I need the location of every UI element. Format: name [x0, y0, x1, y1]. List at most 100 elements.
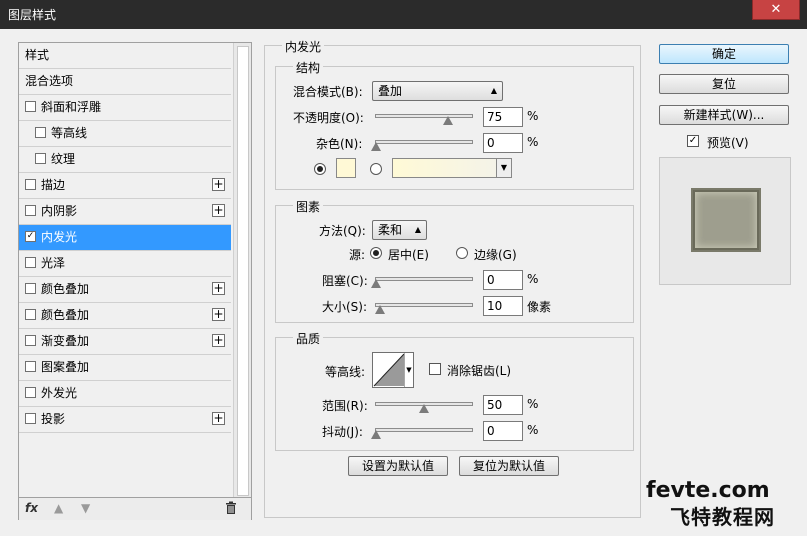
style-list-item[interactable]: 颜色叠加 +	[19, 303, 231, 329]
style-list-item[interactable]: 渐变叠加 +	[19, 329, 231, 355]
range-input[interactable]: 50	[483, 395, 523, 415]
style-list-item[interactable]: 等高线	[19, 121, 231, 147]
size-slider[interactable]	[374, 303, 473, 314]
opacity-slider-knob[interactable]	[443, 116, 453, 125]
noise-input[interactable]: 0	[483, 133, 523, 153]
style-list-item-label: 纹理	[51, 152, 76, 166]
contour-picker[interactable]: ▼	[372, 352, 414, 388]
fx-icon[interactable]: fx	[25, 501, 38, 515]
style-list-item-label: 外发光	[41, 386, 78, 400]
jitter-slider[interactable]	[371, 428, 473, 439]
add-instance-plus-icon[interactable]: +	[212, 282, 225, 295]
glow-color-swatch[interactable]	[336, 158, 356, 178]
style-list-footer: fx ▲ ▼	[19, 497, 251, 520]
style-list-item-label: 内阴影	[41, 204, 78, 218]
style-enable-checkbox[interactable]	[35, 127, 46, 138]
reset-button[interactable]: 复位	[659, 74, 789, 94]
style-enable-checkbox[interactable]	[25, 309, 36, 320]
style-list-item-label: 颜色叠加	[41, 282, 90, 296]
gradient-dropdown-arrow-icon[interactable]: ▼	[496, 159, 511, 177]
blend-mode-dropdown[interactable]: 叠加 ▲	[372, 81, 503, 101]
style-list-item-label: 斜面和浮雕	[41, 100, 102, 114]
source-label: 源:	[349, 248, 366, 262]
method-label: 方法(Q):	[319, 224, 366, 238]
title-bar: 图层样式 ✕	[0, 0, 807, 29]
contour-dropdown-arrow-icon[interactable]: ▼	[404, 353, 413, 387]
preview-checkbox[interactable]: ✓	[687, 135, 699, 147]
style-list-item[interactable]: 描边 +	[19, 173, 231, 199]
antialias-checkbox[interactable]	[429, 363, 441, 375]
style-enable-checkbox[interactable]	[25, 205, 36, 216]
style-list-item[interactable]: 纹理	[19, 147, 231, 173]
ok-button[interactable]: 确定	[659, 44, 789, 64]
style-enable-checkbox[interactable]	[25, 257, 36, 268]
choke-input[interactable]: 0	[483, 270, 523, 290]
preview-label: 预览(V)	[707, 136, 749, 150]
style-list-item[interactable]: 投影 +	[19, 407, 231, 433]
jitter-slider-knob[interactable]	[371, 430, 381, 439]
style-list-item-label: 内发光	[41, 230, 78, 244]
source-center-radio[interactable]	[370, 247, 382, 259]
range-label: 范围(R):	[322, 399, 368, 413]
jitter-input[interactable]: 0	[483, 421, 523, 441]
style-list-item[interactable]: 图案叠加	[19, 355, 231, 381]
method-dropdown[interactable]: 柔和 ▲	[372, 220, 427, 240]
style-list-item[interactable]: 颜色叠加 +	[19, 277, 231, 303]
source-edge-radio[interactable]	[456, 247, 468, 259]
inner-glow-group: 内发光 结构 混合模式(B): 叠加 ▲ 不透明度(O): 75 % 杂色(N)…	[264, 38, 641, 518]
add-instance-plus-icon[interactable]: +	[212, 412, 225, 425]
choke-slider[interactable]	[371, 277, 473, 288]
preview-area	[659, 157, 791, 285]
preview-swatch	[691, 188, 761, 252]
style-enable-checkbox[interactable]	[35, 153, 46, 164]
style-enable-checkbox[interactable]	[25, 335, 36, 346]
structure-title: 结构	[293, 59, 324, 76]
opacity-input[interactable]: 75	[483, 107, 523, 127]
range-slider[interactable]	[375, 402, 473, 413]
watermark-line1: fevte.com	[646, 478, 770, 503]
add-instance-plus-icon[interactable]: +	[212, 178, 225, 191]
gradient-swatch[interactable]: ▼	[392, 158, 512, 178]
add-instance-plus-icon[interactable]: +	[212, 204, 225, 217]
range-slider-knob[interactable]	[419, 404, 429, 413]
inner-glow-title: 内发光	[282, 38, 325, 55]
style-list-scrollbar[interactable]	[233, 43, 251, 497]
arrow-up-icon[interactable]: ▲	[54, 501, 63, 515]
solid-color-radio[interactable]	[314, 163, 326, 175]
new-style-button[interactable]: 新建样式(W)...	[659, 105, 789, 125]
style-enable-checkbox[interactable]	[25, 283, 36, 294]
scrollbar-thumb[interactable]	[237, 46, 249, 496]
trash-icon[interactable]	[225, 501, 237, 517]
source-center-label: 居中(E)	[388, 248, 429, 262]
add-instance-plus-icon[interactable]: +	[212, 334, 225, 347]
arrow-down-icon[interactable]: ▼	[81, 501, 90, 515]
style-enable-checkbox[interactable]	[25, 413, 36, 424]
structure-group: 结构 混合模式(B): 叠加 ▲ 不透明度(O): 75 % 杂色(N): 0 …	[275, 59, 634, 190]
style-list-item[interactable]: 外发光	[19, 381, 231, 407]
style-list-item[interactable]: 光泽	[19, 251, 231, 277]
style-list-item[interactable]: ✓ 内发光	[19, 225, 231, 251]
style-enable-checkbox[interactable]	[25, 361, 36, 372]
style-list-item[interactable]: 混合选项	[19, 69, 231, 95]
gradient-radio[interactable]	[370, 163, 382, 175]
noise-slider[interactable]	[371, 140, 473, 151]
elements-group: 图素 方法(Q): 柔和 ▲ 源: 居中(E) 边缘(G) 阻塞(C): 0 %…	[275, 198, 634, 323]
size-input[interactable]: 10	[483, 296, 523, 316]
style-list-item-label: 投影	[41, 412, 66, 426]
style-list-item[interactable]: 斜面和浮雕	[19, 95, 231, 121]
style-list-item[interactable]: 样式	[19, 43, 231, 69]
style-enable-checkbox[interactable]	[25, 101, 36, 112]
make-default-button[interactable]: 设置为默认值	[348, 456, 448, 476]
size-slider-knob[interactable]	[374, 305, 385, 314]
add-instance-plus-icon[interactable]: +	[212, 308, 225, 321]
opacity-slider[interactable]	[375, 114, 473, 125]
style-enable-checkbox[interactable]: ✓	[25, 231, 36, 242]
noise-slider-knob[interactable]	[371, 142, 381, 151]
choke-slider-knob[interactable]	[371, 279, 381, 288]
reset-default-button[interactable]: 复位为默认值	[459, 456, 559, 476]
style-enable-checkbox[interactable]	[25, 387, 36, 398]
style-list-item[interactable]: 内阴影 +	[19, 199, 231, 225]
quality-title: 品质	[293, 330, 324, 347]
style-enable-checkbox[interactable]	[25, 179, 36, 190]
close-button[interactable]: ✕	[752, 0, 800, 20]
